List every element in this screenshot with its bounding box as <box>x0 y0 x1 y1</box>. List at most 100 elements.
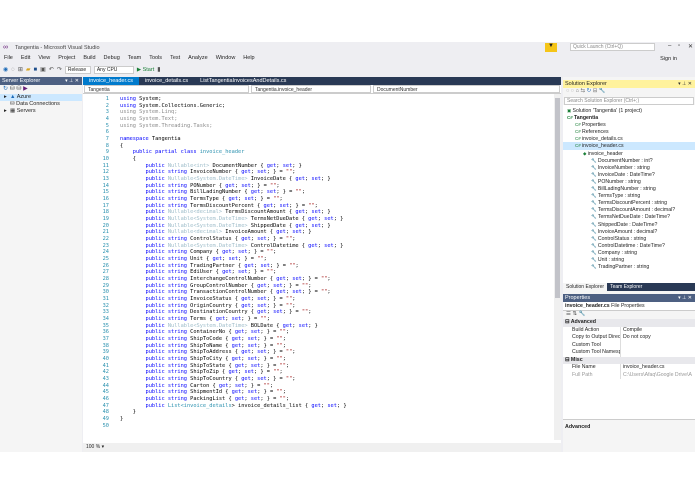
solution-tree-item[interactable]: 🔧 TermsNetDueDate : DateTime? <box>563 213 695 220</box>
class-dropdown[interactable]: Tangentia.invoice_header <box>251 85 371 93</box>
solution-search-input[interactable]: Search Solution Explorer (Ctrl+;) <box>564 97 694 105</box>
member-dropdown[interactable]: DocumentNumber <box>373 85 560 93</box>
code-line[interactable]: } <box>120 409 136 415</box>
code-line[interactable]: } <box>120 416 123 422</box>
solution-tree-item[interactable]: C# References <box>563 128 695 135</box>
code-line[interactable]: using System.Collections.Generic; <box>120 103 225 109</box>
sync-icon[interactable]: ⇆ <box>580 88 585 94</box>
code-line[interactable]: public string TermsDiscountPercent { get… <box>120 203 318 209</box>
scrollbar-thumb[interactable] <box>555 98 560 298</box>
menu-help[interactable]: Help <box>239 54 258 63</box>
property-value[interactable]: C:\Users\Afaq\Google Drive\A <box>620 371 695 379</box>
solution-tree-item[interactable]: 🔧 Company : string <box>563 249 695 256</box>
solution-tree-item[interactable]: ◆ invoice_header <box>563 150 695 157</box>
code-line[interactable]: public string Terms { get; set; } = ""; <box>120 316 270 322</box>
code-line[interactable]: public string OriginCountry { get; set; … <box>120 303 296 309</box>
code-line[interactable]: public string Unit { get; set; } = ""; <box>120 256 267 262</box>
solution-tree-item[interactable]: 🔧 TermsDiscountPercent : string <box>563 199 695 206</box>
code-line[interactable]: public Nullable<System.DateTime> Control… <box>120 243 344 249</box>
code-line[interactable]: namespace Tangentia <box>120 136 181 142</box>
save-icon[interactable]: ■ <box>33 67 37 73</box>
property-category[interactable]: ⊟ Misc <box>563 356 695 364</box>
tab-listtangentiainvoicesanddetails-cs[interactable]: ListTangentiaInvoicesAndDetails.cs <box>194 77 292 85</box>
solution-tree-item[interactable]: 🔧 ShippedDate : DateTime? <box>563 221 695 228</box>
solution-tree-item[interactable]: 🔧 InvoiceAmount : decimal? <box>563 228 695 235</box>
property-value[interactable] <box>620 341 695 349</box>
solution-tree-item[interactable]: 🔧 TermsDiscountAmount : decimal? <box>563 206 695 213</box>
solution-tree-item[interactable]: 🔧 DocumentNumber : int? <box>563 157 695 164</box>
code-line[interactable]: public string ShipToCode { get; set; } =… <box>120 336 286 342</box>
code-line[interactable]: public Nullable<System.DateTime> Shipped… <box>120 223 331 229</box>
menu-build[interactable]: Build <box>79 54 99 63</box>
property-row[interactable]: Build Action Compile <box>563 326 695 334</box>
solution-tree-item[interactable]: ▣ Solution 'Tangentia' (1 project) <box>563 107 695 114</box>
categorized-icon[interactable]: ☰ <box>566 311 571 317</box>
platform-select[interactable]: Any CPU <box>93 65 134 74</box>
back-icon[interactable]: ◌ ◌ <box>566 88 574 94</box>
code-line[interactable]: using System.Threading.Tasks; <box>120 123 212 129</box>
vertical-scrollbar[interactable] <box>554 94 561 440</box>
property-pages-icon[interactable]: 🔧 <box>579 311 586 317</box>
menu-project[interactable]: Project <box>54 54 79 63</box>
home-icon[interactable]: ⌂ <box>576 88 579 94</box>
new-project-icon[interactable]: ⊞ <box>18 66 23 73</box>
code-line[interactable]: using System.Text; <box>120 116 177 122</box>
code-line[interactable]: using System; <box>120 96 161 102</box>
sign-in-link[interactable]: Sign in <box>660 56 677 62</box>
code-line[interactable]: public string GroupControlNumber { get ; … <box>120 283 312 289</box>
property-row[interactable]: File Name invoice_header.cs <box>563 364 695 372</box>
alphabetical-icon[interactable]: ⇅ <box>572 311 577 317</box>
server-explorer-item[interactable]: ▸ ▲ Azure <box>0 94 82 101</box>
solution-tree-item[interactable]: 🔧 InvoiceDate : DateTime? <box>563 171 695 178</box>
solution-tree-item[interactable]: 🔧 ControlDatetime : DateTime? <box>563 242 695 249</box>
code-line[interactable]: public string ShipToCity { get; set; } =… <box>120 356 286 362</box>
menu-team[interactable]: Team <box>124 54 145 63</box>
property-row[interactable]: Full Path C:\Users\Afaq\Google Drive\A <box>563 371 695 379</box>
menu-view[interactable]: View <box>34 54 54 63</box>
maximize-button[interactable]: ▫ <box>678 43 680 49</box>
notification-flag-icon[interactable]: ▼ <box>545 43 557 52</box>
pane-controls[interactable]: ▾ ⊥ ✕ <box>678 80 692 88</box>
code-line[interactable]: public string ShipToName { get; set; } =… <box>120 343 286 349</box>
code-line[interactable]: public string InterchangeControlNumber {… <box>120 276 331 282</box>
tab-invoice_details-cs[interactable]: invoice_details.cs <box>139 77 194 85</box>
save-all-icon[interactable]: ▣ <box>40 66 46 73</box>
solution-tree-item[interactable]: C# invoice_header.cs <box>563 142 695 150</box>
code-line[interactable]: public Nullable<decimal> InvoiceAmount {… <box>120 229 312 235</box>
solution-tree-item[interactable]: C# Properties <box>563 121 695 128</box>
property-value[interactable]: Do not copy <box>620 334 695 342</box>
code-line[interactable]: public string Carton { get; set; } = ""; <box>120 383 274 389</box>
connect-database-icon[interactable]: ⛁ ⛁ <box>10 86 22 92</box>
solution-tree-item[interactable]: 🔧 Unit : string <box>563 256 695 263</box>
code-line[interactable]: public Nullable<decimal> TermsDiscountAm… <box>120 209 331 215</box>
code-line[interactable]: public string ShipToAddress { get; set; … <box>120 349 296 355</box>
menu-test[interactable]: Test <box>166 54 184 63</box>
menu-analyze[interactable]: Analyze <box>184 54 212 63</box>
project-dropdown[interactable]: Tangentia <box>84 85 249 93</box>
property-value[interactable]: invoice_header.cs <box>620 364 695 372</box>
solution-tree-item[interactable]: 🔧 TradingPartner : string <box>563 263 695 270</box>
refresh-icon[interactable]: ↻ <box>587 88 592 94</box>
code-line[interactable]: public string BillLadingNumber { get; se… <box>120 189 306 195</box>
menu-file[interactable]: File <box>0 54 17 63</box>
menu-debug[interactable]: Debug <box>100 54 124 63</box>
solution-tree-item[interactable]: 🔧 PONumber : string <box>563 178 695 185</box>
code-line[interactable]: public string TransactionControlNumber {… <box>120 289 331 295</box>
pane-controls[interactable]: ▾ ⊥ ✕ <box>65 77 79 85</box>
code-line[interactable]: public string EdiUser { get; set; } = ""… <box>120 269 277 275</box>
back-icon[interactable]: ◉ <box>3 66 8 73</box>
code-line[interactable]: public partial class invoice_header <box>120 149 245 155</box>
minimize-button[interactable]: – <box>668 43 671 49</box>
code-line[interactable]: public string ShipToZip { get; set; } = … <box>120 369 283 375</box>
bookmark-icon[interactable]: ▮ <box>157 66 160 73</box>
code-line[interactable]: public string InvoiceNumber { get; set; … <box>120 169 296 175</box>
code-line[interactable]: public List<invoice_details> invoice_det… <box>120 403 347 409</box>
tab-solution-explorer[interactable]: Solution Explorer <box>563 283 608 291</box>
property-row[interactable]: Copy to Output DirectoryDo not copy <box>563 334 695 342</box>
property-category[interactable]: ⊟ Advanced <box>563 319 695 327</box>
menu-window[interactable]: Window <box>212 54 240 63</box>
open-icon[interactable]: ▰ <box>26 66 31 73</box>
menu-edit[interactable]: Edit <box>17 54 34 63</box>
code-area[interactable]: 1 using System; 2 using System.Collections.… <box>83 96 553 440</box>
server-explorer-item[interactable]: ▸ ▦ Servers <box>0 108 82 115</box>
